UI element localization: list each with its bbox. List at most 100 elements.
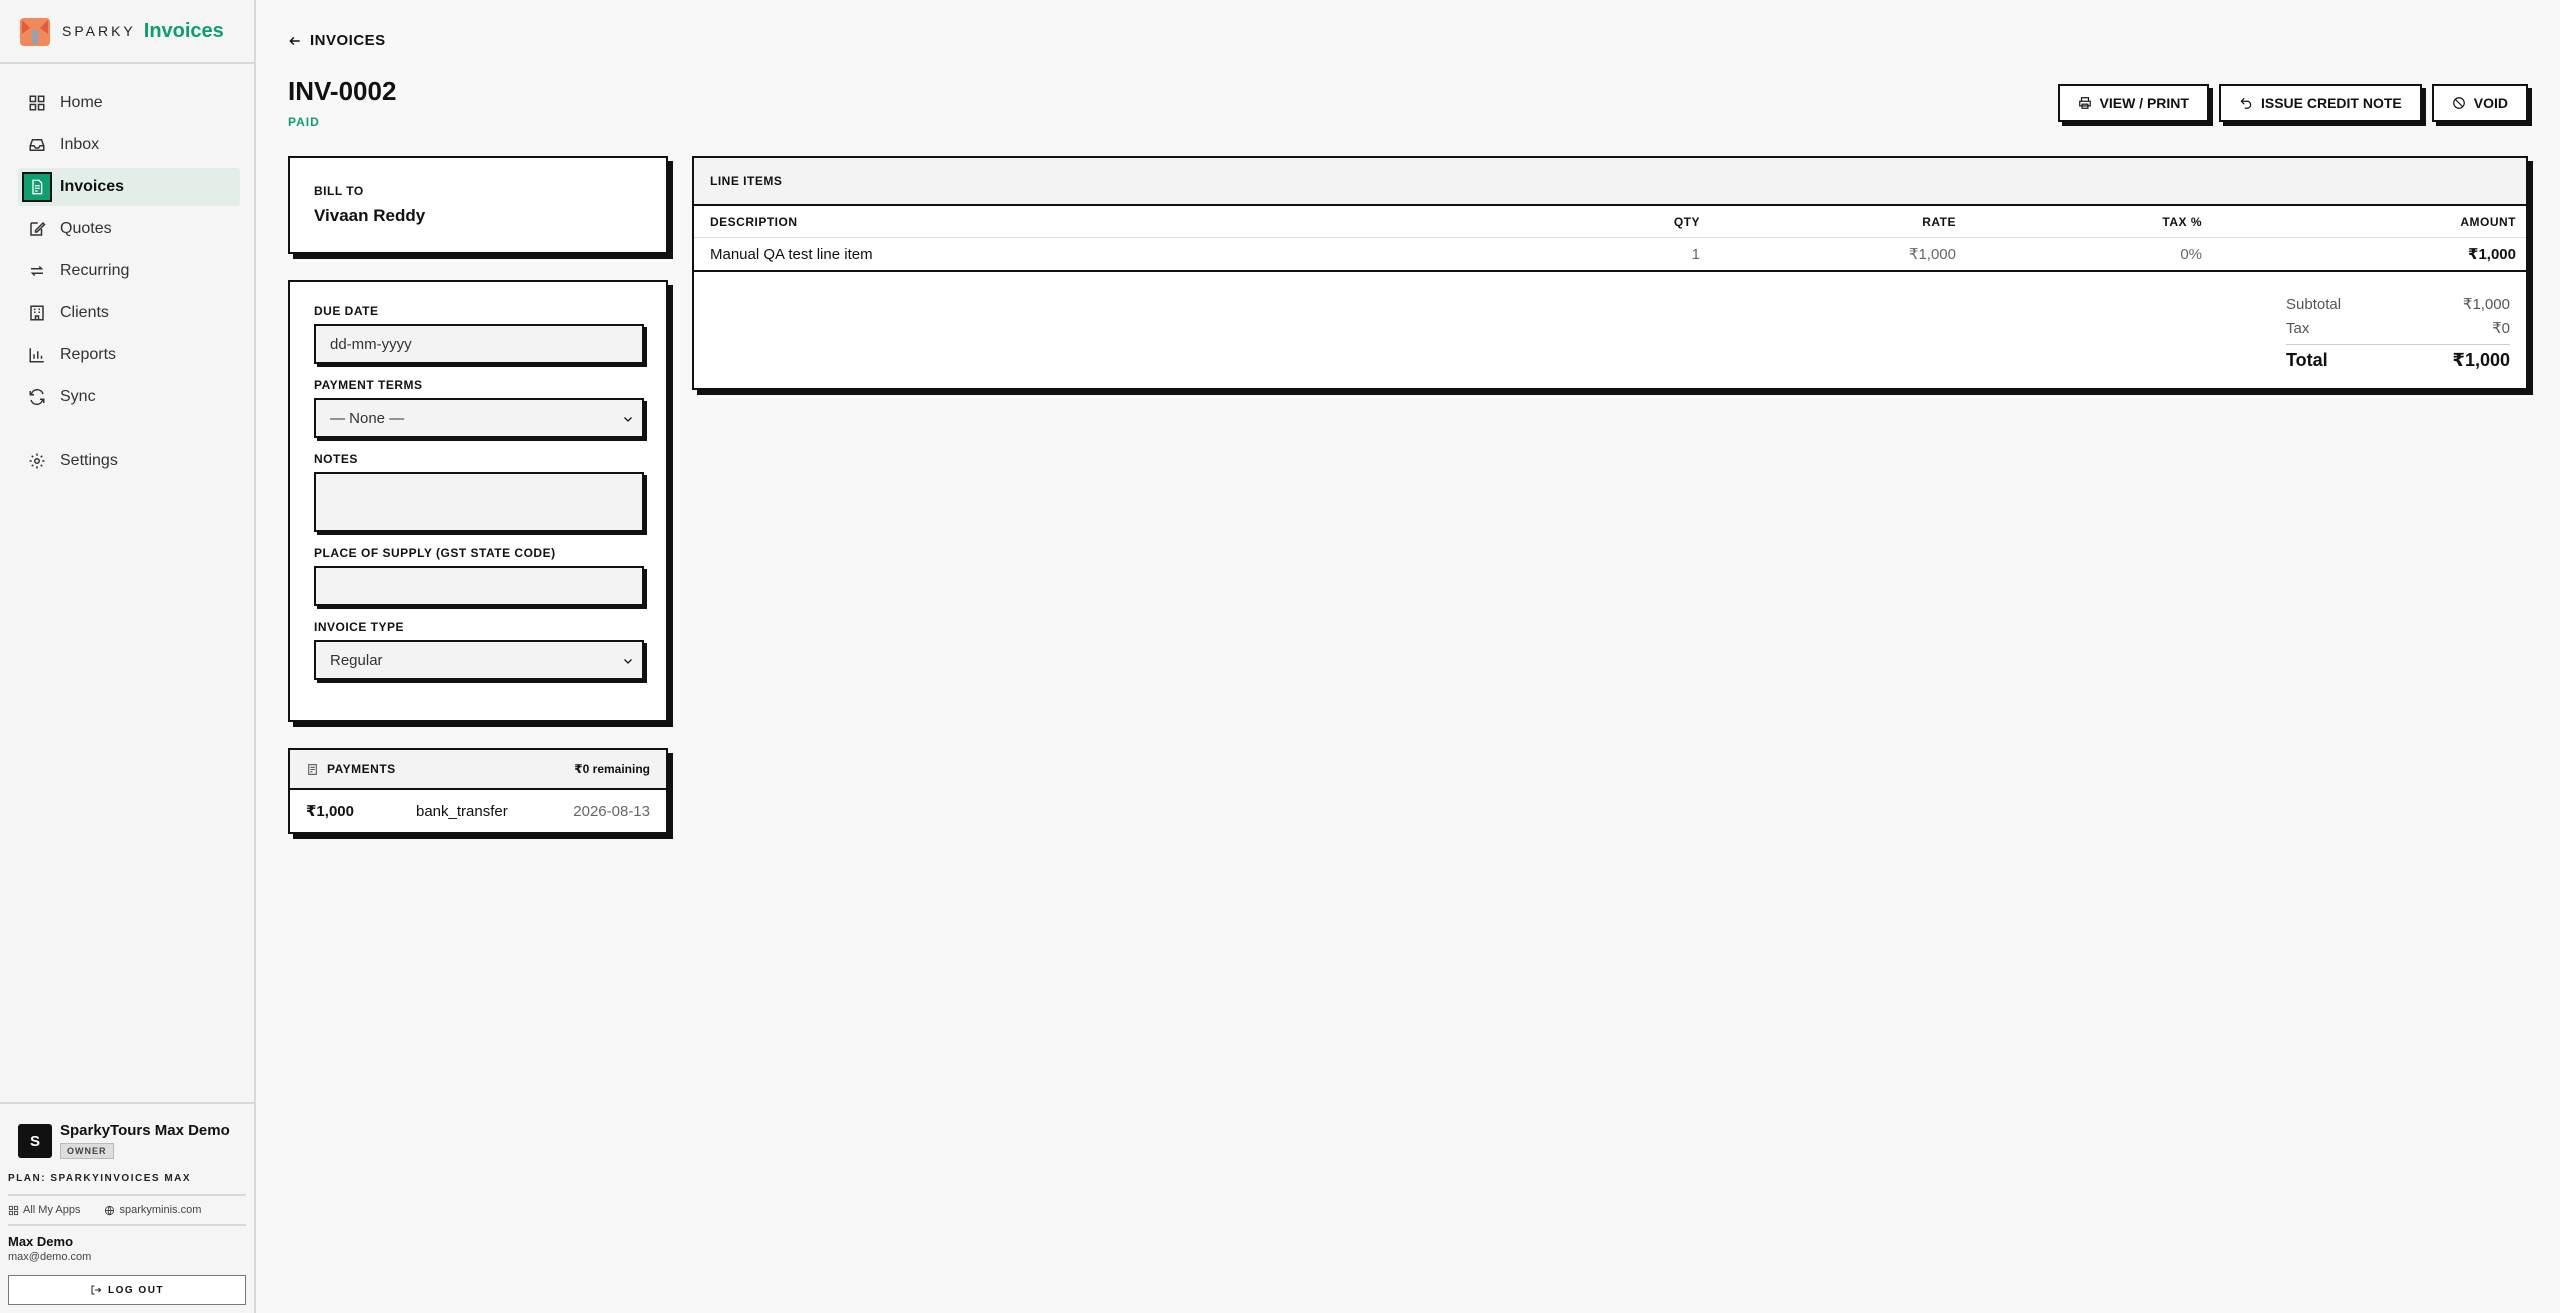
building-icon — [30, 305, 44, 321]
receipt-icon — [308, 763, 317, 775]
notes-field: NOTES — [314, 452, 644, 532]
due-date-label: DUE DATE — [314, 304, 379, 318]
nav-item-settings[interactable]: Settings — [18, 442, 240, 480]
payment-amount: ₹1,000 — [306, 803, 354, 820]
nav-label: Recurring — [60, 262, 130, 279]
view-print-label: VIEW / PRINT — [2099, 95, 2189, 111]
line-amount: ₹1,000 — [2468, 246, 2516, 263]
account-panel: S SparkyTours Max Demo OWNER PLAN: SPARK… — [0, 1102, 254, 1313]
client-name: Vivaan Reddy — [314, 206, 426, 225]
nav-label: Quotes — [60, 220, 112, 237]
nav-label: Reports — [60, 346, 117, 363]
nav-item-invoices[interactable]: Invoices — [18, 168, 240, 206]
payment-row: ₹1,000 bank_transfer 2026-08-13 — [290, 790, 666, 832]
chevron-down-icon — [624, 417, 632, 422]
subtotal-value: ₹1,000 — [2462, 296, 2510, 313]
tax-value: ₹0 — [2492, 320, 2510, 337]
nav-label: Home — [60, 94, 103, 111]
tax-row: Tax ₹0 — [2286, 316, 2510, 340]
col-rate: RATE — [1922, 214, 1956, 229]
apps-grid-icon — [8, 1205, 19, 1215]
sync-icon — [29, 388, 45, 406]
fox-logo-icon — [20, 18, 50, 46]
nav-item-reports[interactable]: Reports — [18, 336, 240, 374]
brand[interactable]: SPARKY Invoices — [0, 0, 254, 64]
app-links: All My Apps sparkyminis.com — [8, 1194, 246, 1226]
logout-icon — [91, 1285, 102, 1295]
place-of-supply-label: PLACE OF SUPPLY (GST STATE CODE) — [314, 546, 556, 560]
back-to-invoices-link[interactable]: INVOICES — [288, 32, 386, 49]
line-rate: ₹1,000 — [1908, 246, 1956, 263]
payment-terms-label: PAYMENT TERMS — [314, 378, 423, 392]
nav-item-clients[interactable]: Clients — [18, 294, 240, 332]
void-label: VOID — [2473, 95, 2508, 111]
bill-to-card: BILL TO Vivaan Reddy — [288, 156, 668, 254]
line-items-header: LINE ITEMS — [694, 158, 2526, 206]
invoice-icon — [22, 172, 52, 202]
subtotal-row: Subtotal ₹1,000 — [2286, 292, 2510, 316]
line-items-column-headers: DESCRIPTION QTY RATE TAX % AMOUNT — [694, 206, 2526, 238]
total-row: Total ₹1,000 — [2286, 344, 2510, 376]
inbox-icon — [29, 139, 45, 151]
invoice-type-field: INVOICE TYPE Regular — [314, 620, 644, 680]
all-apps-link[interactable]: All My Apps — [8, 1204, 92, 1216]
nav-item-recurring[interactable]: Recurring — [18, 252, 240, 290]
brand-product: Invoices — [143, 19, 224, 42]
col-tax: TAX % — [2162, 214, 2202, 229]
place-of-supply-field: PLACE OF SUPPLY (GST STATE CODE) — [314, 546, 644, 606]
notes-textarea[interactable] — [314, 472, 644, 532]
nav-label: Clients — [60, 304, 109, 321]
org-name: SparkyTours Max Demo — [60, 1122, 230, 1139]
subtotal-label: Subtotal — [2286, 295, 2342, 313]
payment-terms-select[interactable]: — None — — [314, 398, 644, 438]
credit-note-label: ISSUE CREDIT NOTE — [2260, 95, 2402, 111]
total-value: ₹1,000 — [2452, 350, 2510, 370]
payments-card: PAYMENTS ₹0 remaining ₹1,000 bank_transf… — [288, 748, 668, 834]
ban-icon — [2452, 97, 2465, 109]
nav-item-quotes[interactable]: Quotes — [18, 210, 240, 248]
payment-method: bank_transfer — [416, 802, 508, 820]
view-print-button[interactable]: VIEW / PRINT — [2057, 84, 2209, 122]
nav-label: Sync — [60, 388, 96, 405]
bill-to-label: BILL TO — [314, 184, 364, 198]
nav-item-sync[interactable]: Sync — [18, 378, 240, 416]
edit-icon — [30, 221, 46, 236]
breadcrumb-label: INVOICES — [310, 32, 386, 49]
main-nav: Home Inbox Invoices Quotes Recurring Cli… — [0, 64, 254, 480]
org-switcher[interactable]: S SparkyTours Max Demo OWNER — [18, 1122, 246, 1159]
line-qty: 1 — [1691, 245, 1700, 263]
site-label: sparkyminis.com — [119, 1204, 202, 1216]
undo-icon — [2240, 97, 2252, 109]
nav-label: Inbox — [60, 136, 100, 153]
col-amount: AMOUNT — [2460, 214, 2516, 229]
gear-icon — [29, 453, 45, 469]
notes-label: NOTES — [314, 452, 358, 466]
role-badge: OWNER — [60, 1143, 114, 1159]
invoice-type-value: Regular — [330, 651, 383, 669]
user-name: Max Demo — [8, 1234, 74, 1249]
totals-summary: Subtotal ₹1,000 Tax ₹0 Total ₹1,000 — [2286, 292, 2510, 376]
nav-item-home[interactable]: Home — [18, 84, 240, 122]
nav-item-inbox[interactable]: Inbox — [18, 126, 240, 164]
logout-label: LOG OUT — [107, 1284, 165, 1296]
user-email: max@demo.com — [8, 1251, 92, 1263]
col-description: DESCRIPTION — [710, 214, 798, 229]
globe-icon — [105, 1205, 115, 1215]
line-items-card: LINE ITEMS DESCRIPTION QTY RATE TAX % AM… — [692, 156, 2528, 390]
invoice-type-select[interactable]: Regular — [314, 640, 644, 680]
due-date-input[interactable]: dd-mm-yyyy — [314, 324, 644, 364]
issue-credit-note-button[interactable]: ISSUE CREDIT NOTE — [2218, 84, 2422, 122]
place-of-supply-input[interactable] — [314, 566, 644, 606]
payment-terms-value: — None — — [330, 409, 405, 427]
payments-title: PAYMENTS — [327, 762, 396, 776]
logout-button[interactable]: LOG OUT — [8, 1275, 246, 1305]
status-badge: PAID — [288, 115, 320, 129]
total-label: Total — [2286, 350, 2328, 370]
site-link[interactable]: sparkyminis.com — [104, 1204, 213, 1216]
void-button[interactable]: VOID — [2431, 84, 2528, 122]
page-title: INV-0002 — [288, 76, 397, 106]
grid-icon — [29, 95, 45, 111]
bar-chart-icon — [29, 348, 44, 363]
sidebar: SPARKY Invoices Home Inbox Invoices Quot… — [0, 0, 256, 1313]
